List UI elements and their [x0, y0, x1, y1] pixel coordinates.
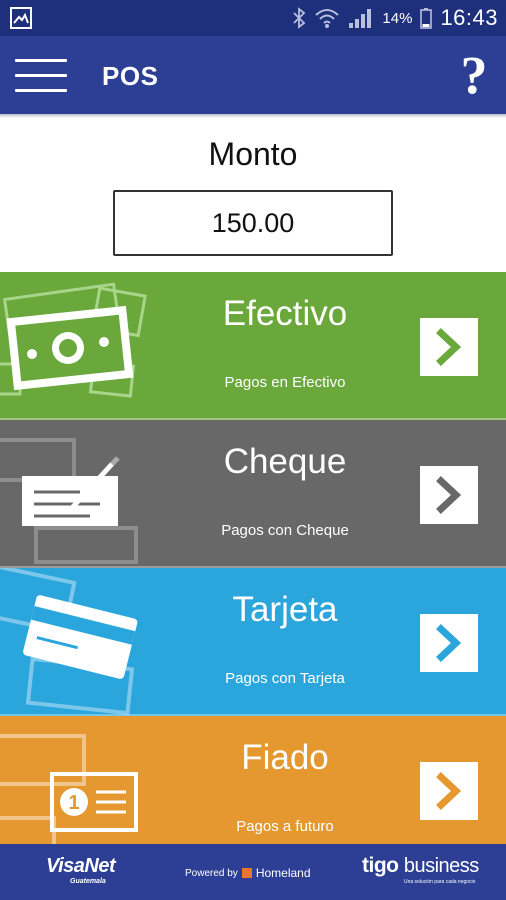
wifi-icon [315, 9, 340, 28]
payment-option-subtitle: Pagos a futuro [236, 818, 334, 835]
status-bar: 14% 16:43 [0, 0, 506, 36]
amount-label: Monto [208, 136, 298, 172]
clock: 16:43 [440, 5, 498, 30]
app-bar: POS ? [0, 36, 506, 114]
tigo-label: tigo [362, 854, 399, 877]
fiado-arrow-button[interactable] [420, 762, 478, 820]
card-icon [0, 568, 138, 716]
payment-option-subtitle: Pagos con Tarjeta [225, 670, 345, 687]
payment-option-title: Cheque [223, 442, 347, 481]
payment-option-title: Tarjeta [232, 590, 338, 629]
battery-percent: 14% [382, 9, 413, 27]
payment-option-efectivo[interactable]: Efectivo Pagos en Efectivo [0, 272, 506, 420]
payment-option-subtitle: Pagos con Cheque [221, 522, 349, 539]
bluetooth-icon [293, 7, 306, 29]
help-button[interactable]: ? [456, 48, 492, 102]
tigo-business-logo: tigo business [362, 854, 479, 878]
hamburger-menu-icon[interactable] [15, 59, 67, 93]
chevron-right-icon [436, 772, 462, 810]
tarjeta-arrow-button[interactable] [420, 614, 478, 672]
business-label: business [403, 855, 479, 877]
payment-option-title: Fiado [241, 738, 329, 777]
chevron-right-icon [436, 624, 462, 662]
payment-option-title: Efectivo [222, 294, 348, 333]
payment-option-tarjeta[interactable]: Tarjeta Pagos con Tarjeta [0, 568, 506, 716]
chevron-right-icon [436, 328, 462, 366]
signal-icon [349, 9, 372, 28]
efectivo-arrow-button[interactable] [420, 318, 478, 376]
payment-option-cheque[interactable]: Cheque Pagos con Cheque [0, 420, 506, 568]
image-notification-icon [10, 7, 32, 29]
payment-option-subtitle: Pagos en Efectivo [224, 374, 346, 391]
credit-ledger-icon: 1 [0, 734, 138, 844]
visanet-subtitle: Guatemala [70, 878, 106, 885]
battery-icon [420, 8, 433, 29]
powered-by-homeland: Powered by Homeland [185, 866, 311, 880]
page-title: POS [102, 61, 159, 91]
footer: VisaNet Guatemala Powered by Homeland ti… [0, 844, 506, 900]
cheque-arrow-button[interactable] [420, 466, 478, 524]
cash-icon [0, 282, 147, 398]
homeland-logo-icon [241, 868, 252, 878]
check-icon [0, 438, 138, 564]
app-bar-shadow [0, 114, 506, 118]
svg-text:1: 1 [68, 792, 79, 814]
homeland-label: Homeland [255, 866, 311, 880]
tigo-tagline: Una solución para cada negocio [404, 879, 476, 885]
payment-option-fiado[interactable]: 1 Fiado Pagos a futuro [0, 716, 506, 844]
amount-input[interactable] [113, 190, 393, 256]
visanet-logo: VisaNet [46, 855, 116, 877]
powered-by-label: Powered by [185, 867, 238, 879]
chevron-right-icon [436, 476, 462, 514]
